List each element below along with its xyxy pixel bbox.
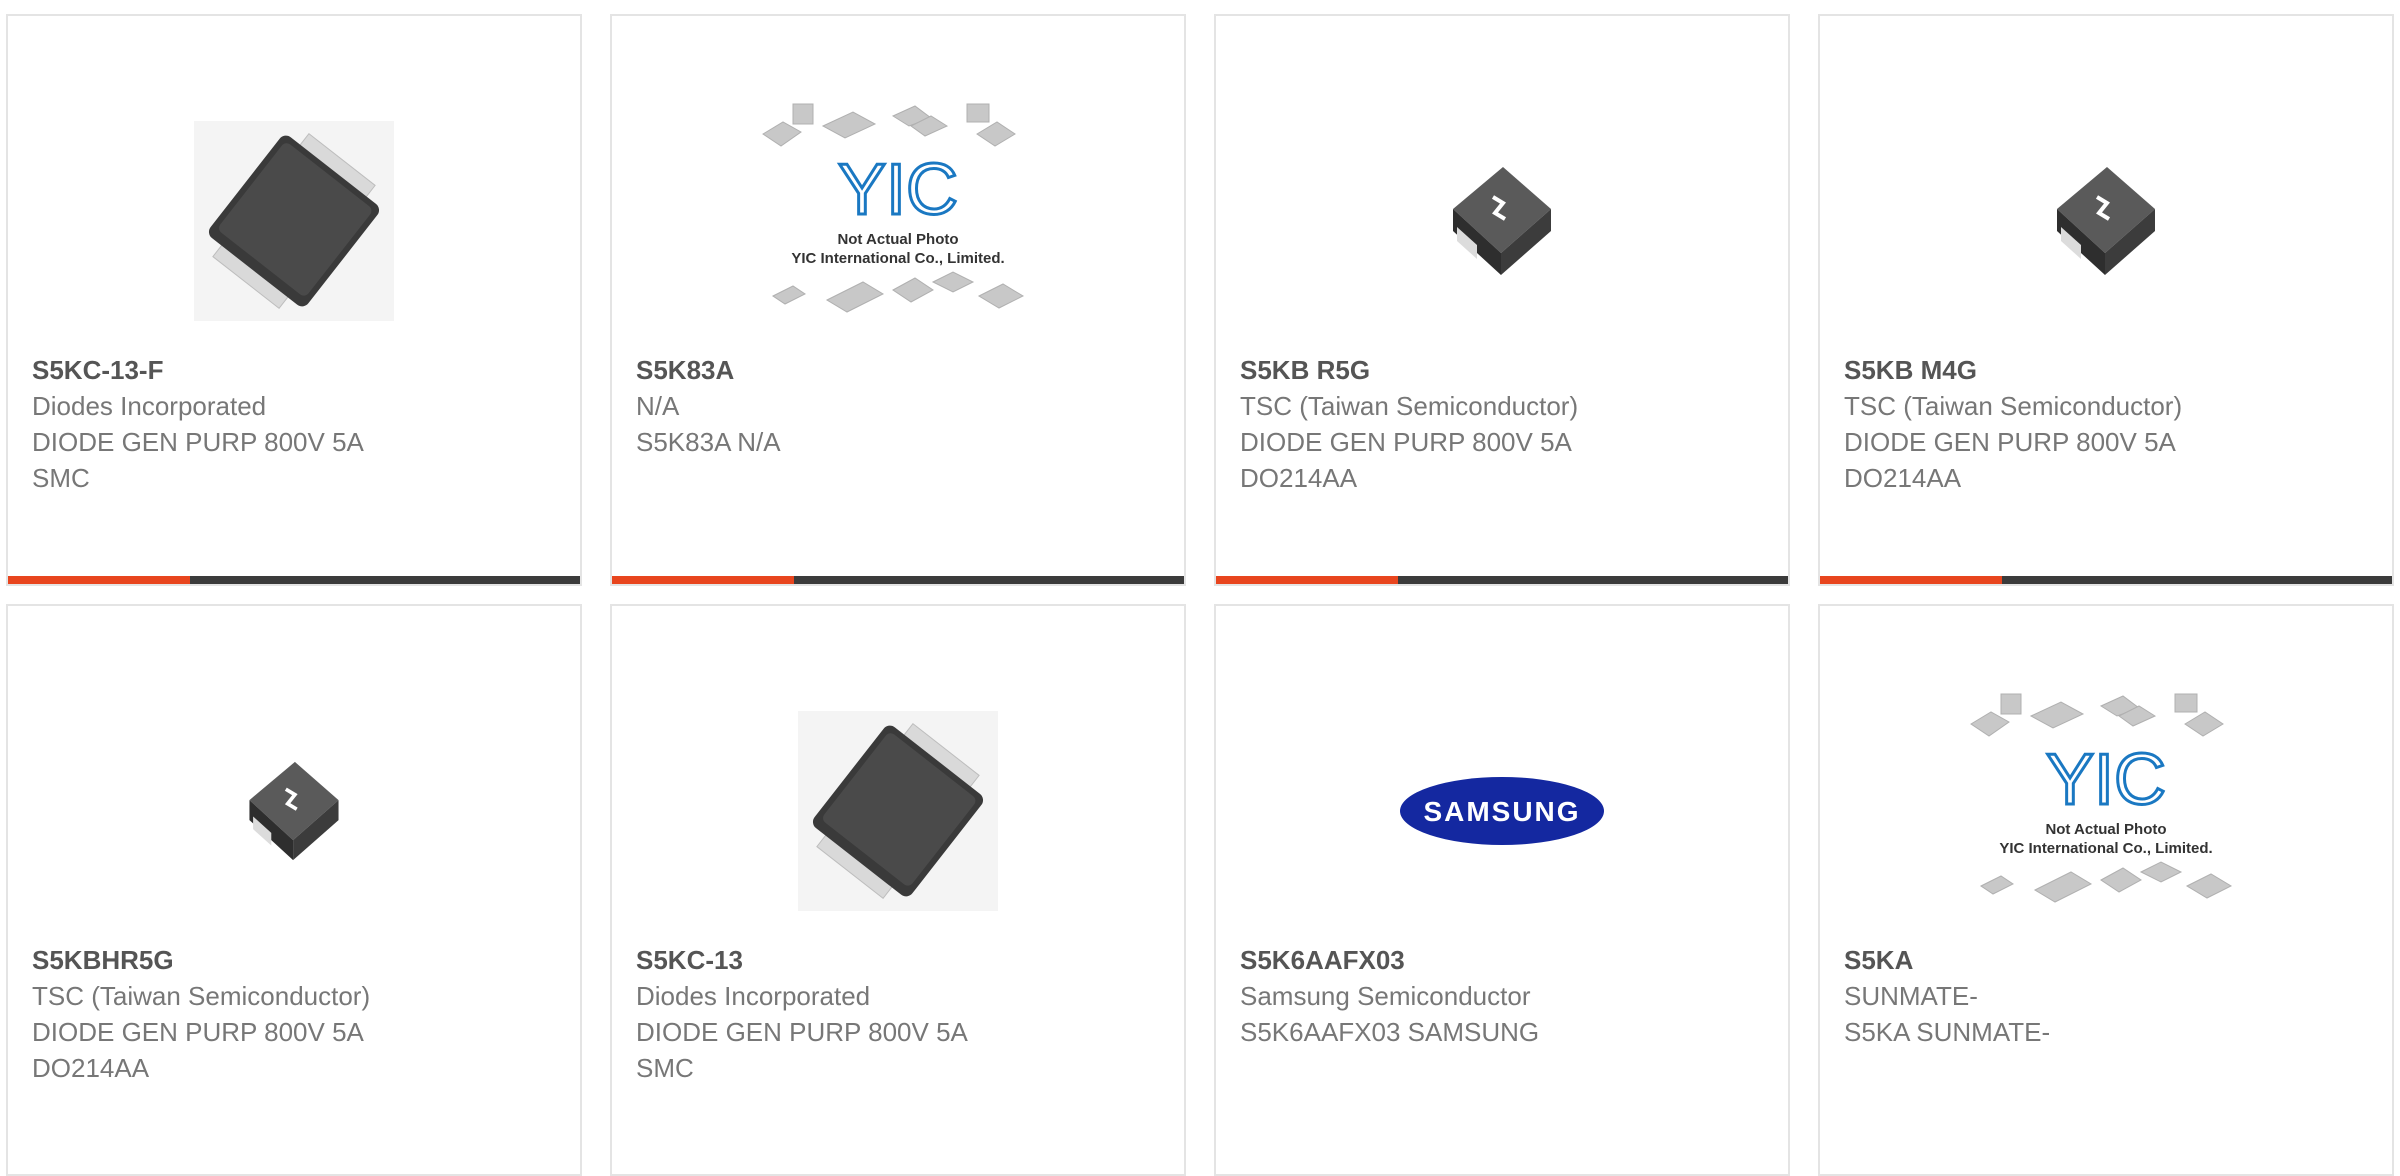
yic-logo-text: YIC [2046, 740, 2166, 820]
card-accent-bar [1216, 576, 1398, 584]
product-image[interactable]: YIC Not Actual Photo YIC International C… [612, 76, 1184, 366]
manufacturer: Diodes Incorporated [32, 391, 267, 421]
part-number[interactable]: S5K83A [636, 352, 1164, 388]
product-info: S5KC-13 Diodes Incorporated DIODE GEN PU… [636, 942, 1164, 1086]
manufacturer: TSC (Taiwan Semiconductor) [32, 981, 371, 1011]
card-accent-bar [612, 576, 794, 584]
card-bottom-bar [1216, 576, 1788, 584]
product-info: S5KA SUNMATE- S5KA SUNMATE- [1844, 942, 2372, 1050]
package: DO214AA [32, 1053, 150, 1083]
yic-placeholder-image-icon: YIC Not Actual Photo YIC International C… [762, 103, 1025, 313]
card-bottom-bar [612, 576, 1184, 584]
product-image[interactable] [8, 666, 580, 956]
product-image[interactable]: SAMSUNG [1216, 666, 1788, 956]
part-number[interactable]: S5KBHR5G [32, 942, 560, 978]
part-number[interactable]: S5KC-13-F [32, 352, 560, 388]
card-accent-bar [1820, 576, 2002, 584]
part-number[interactable]: S5KB M4G [1844, 352, 2372, 388]
description: S5K6AAFX03 SAMSUNG [1240, 1017, 1540, 1047]
product-info: S5KB R5G TSC (Taiwan Semiconductor) DIOD… [1240, 352, 1768, 496]
description: DIODE GEN PURP 800V 5A [32, 1017, 364, 1047]
product-card[interactable]: S5KBHR5G TSC (Taiwan Semiconductor) DIOD… [6, 604, 582, 1176]
product-info: S5KBHR5G TSC (Taiwan Semiconductor) DIOD… [32, 942, 560, 1086]
package: DO214AA [1844, 463, 1962, 493]
card-bottom-bar [8, 576, 580, 584]
product-image[interactable] [8, 76, 580, 366]
product-card[interactable]: YIC Not Actual Photo YIC International C… [610, 14, 1186, 586]
product-card[interactable]: S5KB M4G TSC (Taiwan Semiconductor) DIOD… [1818, 14, 2394, 586]
product-card[interactable]: S5KC-13-F Diodes Incorporated DIODE GEN … [6, 14, 582, 586]
part-number[interactable]: S5KB R5G [1240, 352, 1768, 388]
product-image[interactable] [1820, 76, 2392, 366]
package: SMC [32, 463, 90, 493]
part-number[interactable]: S5KA [1844, 942, 2372, 978]
part-number[interactable]: S5KC-13 [636, 942, 1164, 978]
product-card[interactable]: S5KC-13 Diodes Incorporated DIODE GEN PU… [610, 604, 1186, 1176]
package: DO214AA [1240, 463, 1358, 493]
description: S5K83A N/A [636, 427, 781, 457]
product-card[interactable]: YIC Not Actual Photo YIC International C… [1818, 604, 2394, 1176]
manufacturer: TSC (Taiwan Semiconductor) [1844, 391, 2183, 421]
card-accent-bar [8, 576, 190, 584]
product-image[interactable]: YIC Not Actual Photo YIC International C… [1820, 666, 2392, 956]
product-image[interactable] [612, 666, 1184, 956]
description: DIODE GEN PURP 800V 5A [1844, 427, 2176, 457]
placeholder-company: YIC International Co., Limited. [791, 250, 1004, 267]
smc-diode-package-icon [798, 711, 998, 911]
tsc-do214aa-package-icon [2057, 167, 2155, 275]
placeholder-title: Not Actual Photo [2045, 821, 2166, 838]
placeholder-title: Not Actual Photo [837, 231, 958, 248]
manufacturer: SUNMATE- [1844, 981, 1978, 1011]
manufacturer: Samsung Semiconductor [1240, 981, 1531, 1011]
product-info: S5K83A N/A S5K83A N/A [636, 352, 1164, 460]
description: S5KA SUNMATE- [1844, 1017, 2051, 1047]
smc-diode-package-icon [194, 121, 394, 321]
samsung-logo-icon: SAMSUNG [1400, 777, 1604, 845]
tsc-do214aa-package-icon [1453, 167, 1551, 275]
tsc-do214aa-package-icon [249, 761, 339, 861]
product-info: S5K6AAFX03 Samsung Semiconductor S5K6AAF… [1240, 942, 1768, 1050]
manufacturer: Diodes Incorporated [636, 981, 871, 1011]
placeholder-company: YIC International Co., Limited. [1999, 840, 2212, 857]
description: DIODE GEN PURP 800V 5A [32, 427, 364, 457]
product-card[interactable]: S5KB R5G TSC (Taiwan Semiconductor) DIOD… [1214, 14, 1790, 586]
manufacturer: N/A [636, 391, 680, 421]
description: DIODE GEN PURP 800V 5A [636, 1017, 968, 1047]
product-info: S5KC-13-F Diodes Incorporated DIODE GEN … [32, 352, 560, 496]
yic-logo-text: YIC [838, 150, 958, 230]
product-info: S5KB M4G TSC (Taiwan Semiconductor) DIOD… [1844, 352, 2372, 496]
part-number[interactable]: S5K6AAFX03 [1240, 942, 1768, 978]
manufacturer: TSC (Taiwan Semiconductor) [1240, 391, 1579, 421]
description: DIODE GEN PURP 800V 5A [1240, 427, 1572, 457]
samsung-logo-text: SAMSUNG [1423, 796, 1580, 827]
product-card[interactable]: SAMSUNG S5K6AAFX03 Samsung Semiconductor… [1214, 604, 1790, 1176]
package: SMC [636, 1053, 694, 1083]
card-bottom-bar [1820, 576, 2392, 584]
product-image[interactable] [1216, 76, 1788, 366]
yic-placeholder-image-icon: YIC Not Actual Photo YIC International C… [1970, 693, 2233, 903]
product-grid: S5KC-13-F Diodes Incorporated DIODE GEN … [0, 0, 2400, 1176]
